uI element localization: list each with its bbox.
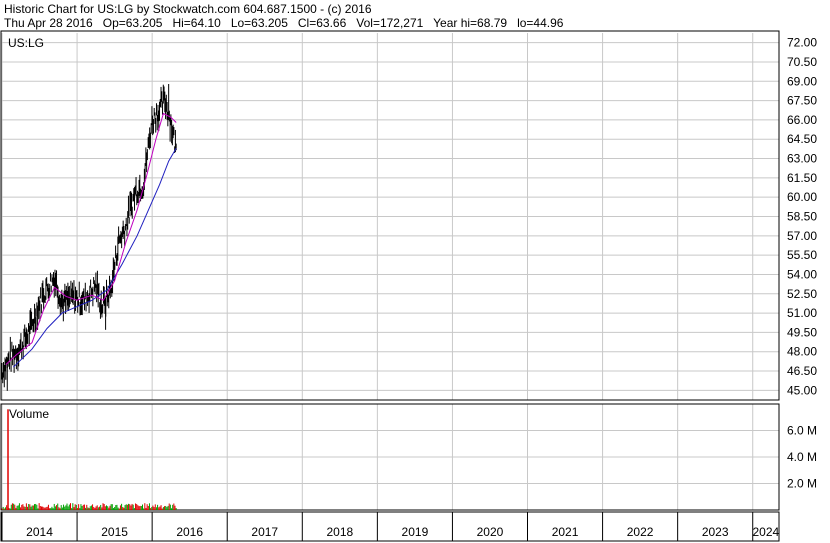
price-tick-label: 70.50 [787, 55, 817, 69]
price-tick-label: 48.00 [787, 345, 817, 359]
year-label: 2023 [702, 525, 729, 539]
price-tick-label: 51.00 [787, 306, 817, 320]
price-tick-label: 66.00 [787, 113, 817, 127]
year-label: 2020 [477, 525, 504, 539]
price-tick-label: 57.00 [787, 229, 817, 243]
volume-tick-label: 2.0 M [787, 477, 817, 491]
volume-panel: 6.0 M 4.0 M 2.0 M Volume [0, 403, 817, 511]
chart-canvas: 72.00 70.50 69.00 67.50 66.00 64.50 63.00 61.50… [0, 30, 817, 542]
price-panel: 72.00 70.50 69.00 67.50 66.00 64.50 63.00 61.50… [0, 30, 817, 401]
year-label: 2016 [176, 525, 203, 539]
price-tick-label: 45.00 [787, 383, 817, 397]
year-label: 2022 [627, 525, 654, 539]
price-panel-border [0, 30, 780, 401]
price-tick-label: 67.50 [787, 94, 817, 108]
symbol-label: US:LG [8, 36, 44, 50]
price-tick-label: 52.50 [787, 287, 817, 301]
price-tick-label: 69.00 [787, 74, 817, 88]
volume-tick-label: 6.0 M [787, 424, 817, 438]
price-tick-label: 63.00 [787, 152, 817, 166]
volume-tick-label: 4.0 M [787, 450, 817, 464]
price-tick-label: 60.00 [787, 190, 817, 204]
price-tick-label: 55.50 [787, 248, 817, 262]
price-tick-label: 58.50 [787, 210, 817, 224]
price-tick-label: 64.50 [787, 132, 817, 146]
stock-chart: Historic Chart for US:LG by Stockwatch.c… [0, 0, 830, 543]
volume-label: Volume [9, 407, 49, 421]
price-tick-label: 61.50 [787, 171, 817, 185]
year-label: 2024 [753, 525, 780, 539]
price-tick-label: 72.00 [787, 36, 817, 50]
year-label: 2018 [326, 525, 353, 539]
year-label: 2021 [552, 525, 579, 539]
year-label: 2019 [402, 525, 429, 539]
date-axis: 2014 2015 2016 2017 2018 2019 2020 2021 2022 2023… [0, 511, 780, 542]
price-tick-label: 46.50 [787, 364, 817, 378]
price-tick-label: 54.00 [787, 267, 817, 281]
year-label: 2017 [251, 525, 278, 539]
year-label: 2014 [26, 525, 53, 539]
year-label: 2015 [101, 525, 128, 539]
price-tick-label: 49.50 [787, 325, 817, 339]
